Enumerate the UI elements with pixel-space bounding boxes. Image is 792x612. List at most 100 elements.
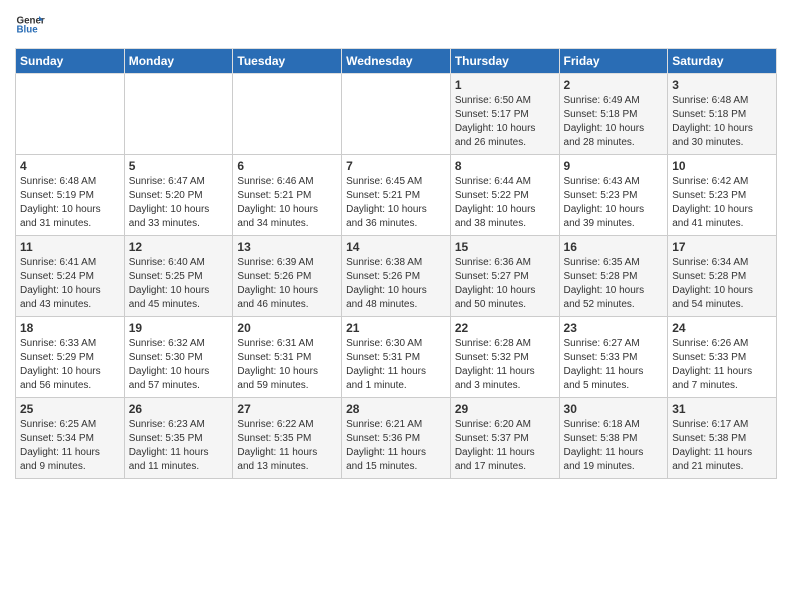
calendar-cell [233, 74, 342, 155]
day-number: 30 [564, 402, 664, 416]
calendar-cell: 8 Sunrise: 6:44 AM Sunset: 5:22 PM Daylig… [450, 155, 559, 236]
day-number: 22 [455, 321, 555, 335]
week-row-2: 4 Sunrise: 6:48 AM Sunset: 5:19 PM Daylig… [16, 155, 777, 236]
day-info: Sunrise: 6:50 AM Sunset: 5:17 PM Dayligh… [455, 94, 555, 150]
day-info: Sunrise: 6:34 AM Sunset: 5:28 PM Dayligh… [672, 256, 772, 312]
calendar-cell: 4 Sunrise: 6:48 AM Sunset: 5:19 PM Daylig… [16, 155, 125, 236]
day-number: 23 [564, 321, 664, 335]
calendar-cell: 28 Sunrise: 6:21 AM Sunset: 5:36 PM Dayli… [342, 398, 451, 479]
calendar-cell: 24Sunrise: 6:26 AM Sunset: 5:33 PM Dayli… [668, 317, 777, 398]
svg-text:Blue: Blue [17, 25, 39, 36]
day-number: 10 [672, 159, 772, 173]
calendar-cell: 3 Sunrise: 6:48 AM Sunset: 5:18 PM Daylig… [668, 74, 777, 155]
day-number: 3 [672, 78, 772, 92]
day-info: Sunrise: 6:48 AM Sunset: 5:18 PM Dayligh… [672, 94, 772, 150]
day-number: 2 [564, 78, 664, 92]
day-header-thursday: Thursday [450, 49, 559, 74]
logo: General Blue [15, 10, 49, 40]
day-number: 1 [455, 78, 555, 92]
day-header-wednesday: Wednesday [342, 49, 451, 74]
day-number: 26 [129, 402, 229, 416]
day-info: Sunrise: 6:43 AM Sunset: 5:23 PM Dayligh… [564, 175, 664, 231]
day-number: 5 [129, 159, 229, 173]
day-info: Sunrise: 6:22 AM Sunset: 5:35 PM Dayligh… [237, 418, 337, 474]
week-row-1: 1 Sunrise: 6:50 AM Sunset: 5:17 PM Daylig… [16, 74, 777, 155]
day-info: Sunrise: 6:42 AM Sunset: 5:23 PM Dayligh… [672, 175, 772, 231]
day-number: 7 [346, 159, 446, 173]
day-info: Sunrise: 6:21 AM Sunset: 5:36 PM Dayligh… [346, 418, 446, 474]
day-number: 31 [672, 402, 772, 416]
day-info: Sunrise: 6:35 AM Sunset: 5:28 PM Dayligh… [564, 256, 664, 312]
day-info: Sunrise: 6:48 AM Sunset: 5:19 PM Dayligh… [20, 175, 120, 231]
day-info: Sunrise: 6:45 AM Sunset: 5:21 PM Dayligh… [346, 175, 446, 231]
day-header-tuesday: Tuesday [233, 49, 342, 74]
day-number: 14 [346, 240, 446, 254]
calendar-cell: 19 Sunrise: 6:32 AM Sunset: 5:30 PM Dayli… [124, 317, 233, 398]
day-header-sunday: Sunday [16, 49, 125, 74]
day-number: 27 [237, 402, 337, 416]
day-number: 12 [129, 240, 229, 254]
calendar-cell: 18Sunrise: 6:33 AM Sunset: 5:29 PM Dayli… [16, 317, 125, 398]
day-number: 16 [564, 240, 664, 254]
day-info: Sunrise: 6:46 AM Sunset: 5:21 PM Dayligh… [237, 175, 337, 231]
calendar-cell: 27 Sunrise: 6:22 AM Sunset: 5:35 PM Dayli… [233, 398, 342, 479]
calendar-cell: 5Sunrise: 6:47 AM Sunset: 5:20 PM Daylig… [124, 155, 233, 236]
day-info: Sunrise: 6:20 AM Sunset: 5:37 PM Dayligh… [455, 418, 555, 474]
day-info: Sunrise: 6:25 AM Sunset: 5:34 PM Dayligh… [20, 418, 120, 474]
day-info: Sunrise: 6:40 AM Sunset: 5:25 PM Dayligh… [129, 256, 229, 312]
day-number: 19 [129, 321, 229, 335]
day-number: 4 [20, 159, 120, 173]
day-info: Sunrise: 6:38 AM Sunset: 5:26 PM Dayligh… [346, 256, 446, 312]
calendar-cell: 10 Sunrise: 6:42 AM Sunset: 5:23 PM Dayli… [668, 155, 777, 236]
day-number: 21 [346, 321, 446, 335]
calendar-cell: 26 Sunrise: 6:23 AM Sunset: 5:35 PM Dayli… [124, 398, 233, 479]
day-info: Sunrise: 6:31 AM Sunset: 5:31 PM Dayligh… [237, 337, 337, 393]
calendar-cell: 17 Sunrise: 6:34 AM Sunset: 5:28 PM Dayli… [668, 236, 777, 317]
day-number: 29 [455, 402, 555, 416]
calendar-cell: 30 Sunrise: 6:18 AM Sunset: 5:38 PM Dayli… [559, 398, 668, 479]
page-header: General Blue [15, 10, 777, 40]
calendar-cell: 15 Sunrise: 6:36 AM Sunset: 5:27 PM Dayli… [450, 236, 559, 317]
calendar-cell: 23 Sunrise: 6:27 AM Sunset: 5:33 PM Dayli… [559, 317, 668, 398]
logo-icon: General Blue [15, 10, 45, 40]
day-info: Sunrise: 6:23 AM Sunset: 5:35 PM Dayligh… [129, 418, 229, 474]
day-info: Sunrise: 6:49 AM Sunset: 5:18 PM Dayligh… [564, 94, 664, 150]
calendar-cell: 11 Sunrise: 6:41 AM Sunset: 5:24 PM Dayli… [16, 236, 125, 317]
day-info: Sunrise: 6:27 AM Sunset: 5:33 PM Dayligh… [564, 337, 664, 393]
day-number: 6 [237, 159, 337, 173]
calendar-cell: 16 Sunrise: 6:35 AM Sunset: 5:28 PM Dayli… [559, 236, 668, 317]
day-info: Sunrise: 6:17 AM Sunset: 5:38 PM Dayligh… [672, 418, 772, 474]
day-number: 11 [20, 240, 120, 254]
calendar-cell [16, 74, 125, 155]
day-info: Sunrise: 6:36 AM Sunset: 5:27 PM Dayligh… [455, 256, 555, 312]
week-row-4: 18Sunrise: 6:33 AM Sunset: 5:29 PM Dayli… [16, 317, 777, 398]
calendar-cell: 2 Sunrise: 6:49 AM Sunset: 5:18 PM Daylig… [559, 74, 668, 155]
calendar-cell: 20 Sunrise: 6:31 AM Sunset: 5:31 PM Dayli… [233, 317, 342, 398]
calendar-cell: 29 Sunrise: 6:20 AM Sunset: 5:37 PM Dayli… [450, 398, 559, 479]
day-number: 20 [237, 321, 337, 335]
day-number: 8 [455, 159, 555, 173]
day-info: Sunrise: 6:41 AM Sunset: 5:24 PM Dayligh… [20, 256, 120, 312]
day-number: 24 [672, 321, 772, 335]
calendar-cell: 12 Sunrise: 6:40 AM Sunset: 5:25 PM Dayli… [124, 236, 233, 317]
calendar-cell: 7 Sunrise: 6:45 AM Sunset: 5:21 PM Daylig… [342, 155, 451, 236]
day-info: Sunrise: 6:39 AM Sunset: 5:26 PM Dayligh… [237, 256, 337, 312]
day-number: 9 [564, 159, 664, 173]
calendar-cell: 31 Sunrise: 6:17 AM Sunset: 5:38 PM Dayli… [668, 398, 777, 479]
day-number: 25 [20, 402, 120, 416]
day-info: Sunrise: 6:33 AM Sunset: 5:29 PM Dayligh… [20, 337, 120, 393]
day-info: Sunrise: 6:18 AM Sunset: 5:38 PM Dayligh… [564, 418, 664, 474]
day-info: Sunrise: 6:32 AM Sunset: 5:30 PM Dayligh… [129, 337, 229, 393]
calendar-cell: 25 Sunrise: 6:25 AM Sunset: 5:34 PM Dayli… [16, 398, 125, 479]
calendar-cell: 14 Sunrise: 6:38 AM Sunset: 5:26 PM Dayli… [342, 236, 451, 317]
calendar-cell: 9 Sunrise: 6:43 AM Sunset: 5:23 PM Daylig… [559, 155, 668, 236]
day-info: Sunrise: 6:44 AM Sunset: 5:22 PM Dayligh… [455, 175, 555, 231]
week-row-5: 25 Sunrise: 6:25 AM Sunset: 5:34 PM Dayli… [16, 398, 777, 479]
day-number: 15 [455, 240, 555, 254]
day-number: 17 [672, 240, 772, 254]
calendar-cell: 6 Sunrise: 6:46 AM Sunset: 5:21 PM Daylig… [233, 155, 342, 236]
day-number: 13 [237, 240, 337, 254]
day-number: 28 [346, 402, 446, 416]
calendar-cell: 13 Sunrise: 6:39 AM Sunset: 5:26 PM Dayli… [233, 236, 342, 317]
calendar-cell: 21Sunrise: 6:30 AM Sunset: 5:31 PM Dayli… [342, 317, 451, 398]
